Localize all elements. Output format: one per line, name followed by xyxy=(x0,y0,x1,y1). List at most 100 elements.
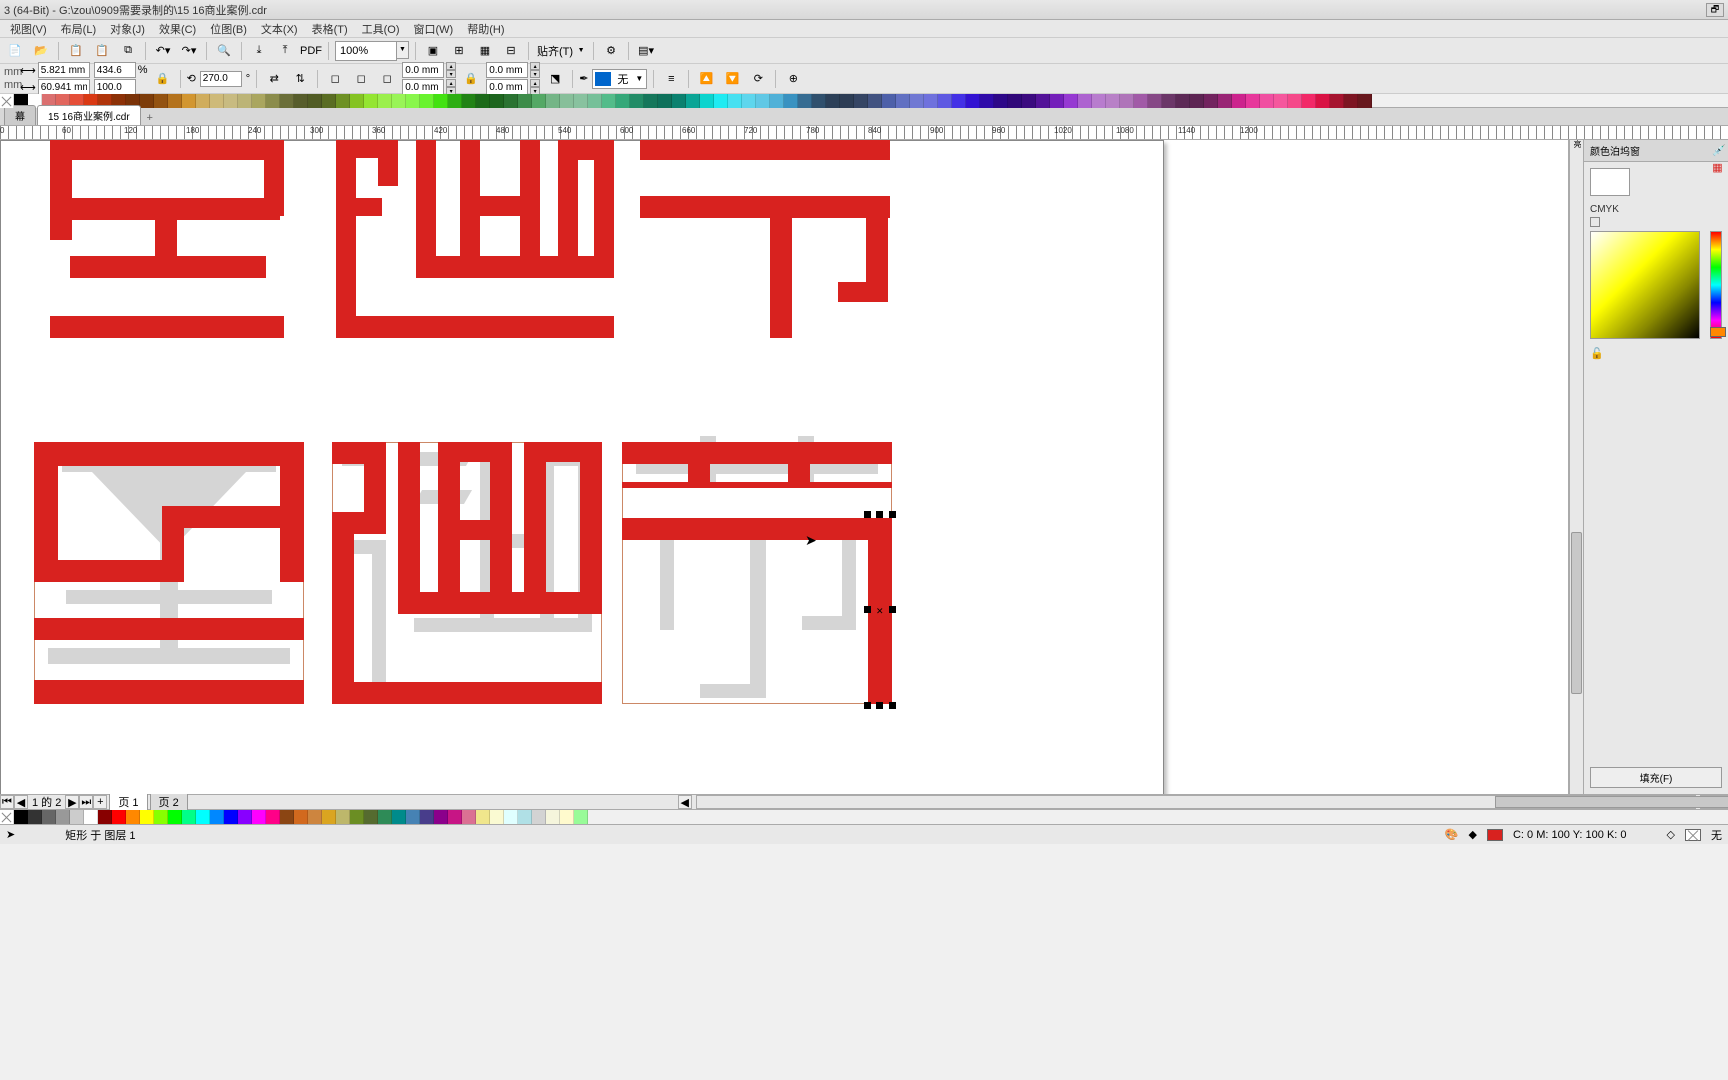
color-swatch[interactable] xyxy=(770,94,784,108)
corner-lock-icon[interactable]: 🔒 xyxy=(460,68,482,90)
color-swatch[interactable] xyxy=(350,810,364,824)
horizontal-ruler[interactable]: 0601201802403003604204805406006607207808… xyxy=(0,126,1728,140)
color-swatch[interactable] xyxy=(84,810,98,824)
y-input[interactable] xyxy=(38,79,90,95)
color-swatch[interactable] xyxy=(1246,94,1260,108)
color-swatch[interactable] xyxy=(350,94,364,108)
snap-label[interactable]: 贴齐(T) xyxy=(535,43,575,59)
color-swatch[interactable] xyxy=(378,94,392,108)
color-swatch[interactable] xyxy=(504,810,518,824)
color-swatch[interactable] xyxy=(574,810,588,824)
outline-indicator-icon[interactable]: ◇ xyxy=(1667,828,1675,841)
scroll-thumb-h[interactable] xyxy=(1495,796,1728,808)
page-tab-1[interactable]: 页 1 xyxy=(109,792,147,812)
checkbox-icon[interactable] xyxy=(1590,217,1600,227)
snap-dropdown-icon[interactable]: ▼ xyxy=(575,42,587,60)
color-swatch[interactable] xyxy=(364,810,378,824)
last-page-icon[interactable]: ⏭ xyxy=(79,795,93,809)
color-swatch[interactable] xyxy=(798,94,812,108)
color-swatch[interactable] xyxy=(560,94,574,108)
outline-width-combo[interactable]: 无 ▼ xyxy=(592,69,647,89)
tab-document[interactable]: 15 16商业案例.cdr xyxy=(37,105,141,125)
color-swatch[interactable] xyxy=(840,94,854,108)
grid-icon[interactable]: ▦ xyxy=(474,40,496,62)
new-icon[interactable]: 📄 xyxy=(4,40,26,62)
color-swatch[interactable] xyxy=(168,810,182,824)
color-swatch[interactable] xyxy=(210,810,224,824)
color-swatch[interactable] xyxy=(1008,94,1022,108)
color-swatch[interactable] xyxy=(182,810,196,824)
clone-icon[interactable]: ⧉ xyxy=(117,40,139,62)
fill-indicator-icon[interactable]: ◆ xyxy=(1469,828,1477,841)
color-swatch[interactable] xyxy=(476,810,490,824)
color-swatch[interactable] xyxy=(224,94,238,108)
menu-help[interactable]: 帮助(H) xyxy=(461,20,510,38)
fullscreen-icon[interactable]: ▣ xyxy=(422,40,444,62)
zoom-input[interactable]: 100% xyxy=(335,41,397,61)
color-swatch[interactable] xyxy=(0,94,14,108)
color-swatch[interactable] xyxy=(714,94,728,108)
color-swatch[interactable] xyxy=(420,94,434,108)
color-swatch[interactable] xyxy=(658,94,672,108)
color-swatch[interactable] xyxy=(532,810,546,824)
menu-table[interactable]: 表格(T) xyxy=(306,20,354,38)
color-swatch[interactable] xyxy=(392,810,406,824)
scroll-left-icon[interactable]: ◀ xyxy=(678,795,692,809)
color-swatch[interactable] xyxy=(336,94,350,108)
color-swatch[interactable] xyxy=(210,94,224,108)
color-swatch[interactable] xyxy=(448,94,462,108)
add-tab-icon[interactable]: + xyxy=(142,111,158,125)
color-swatch[interactable] xyxy=(112,810,126,824)
color-swatch[interactable] xyxy=(1260,94,1274,108)
search-icon[interactable]: 🔍 xyxy=(213,40,235,62)
wrap-text-icon[interactable]: ≡ xyxy=(660,68,682,90)
color-swatch[interactable] xyxy=(14,810,28,824)
first-page-icon[interactable]: ⏮ xyxy=(0,795,14,809)
width-input[interactable] xyxy=(94,62,136,78)
height-input[interactable] xyxy=(94,79,136,95)
canvas[interactable]: ✕ ➤ xyxy=(0,140,1569,794)
color-swatch[interactable] xyxy=(266,94,280,108)
color-swatch[interactable] xyxy=(28,810,42,824)
color-swatch[interactable] xyxy=(1162,94,1176,108)
status-outline-swatch[interactable] xyxy=(1685,829,1701,841)
color-swatch[interactable] xyxy=(1106,94,1120,108)
selection-handle[interactable] xyxy=(864,702,871,709)
color-swatch[interactable] xyxy=(392,94,406,108)
color-swatch[interactable] xyxy=(56,810,70,824)
color-swatch[interactable] xyxy=(952,94,966,108)
copy-icon[interactable]: 📋 xyxy=(65,40,87,62)
restore-icon[interactable]: 🗗 xyxy=(1706,3,1724,17)
paste-icon[interactable]: 📋 xyxy=(91,40,113,62)
selection-center-icon[interactable]: ✕ xyxy=(876,606,883,613)
front-icon[interactable]: 🔼 xyxy=(695,68,717,90)
color-swatch[interactable] xyxy=(1148,94,1162,108)
corner4-input[interactable] xyxy=(486,79,528,95)
color-swatch[interactable] xyxy=(364,94,378,108)
color-swatch[interactable] xyxy=(1316,94,1330,108)
color-swatch[interactable] xyxy=(854,94,868,108)
color-swatch[interactable] xyxy=(266,810,280,824)
color-swatch[interactable] xyxy=(504,94,518,108)
color-swatch[interactable] xyxy=(560,810,574,824)
color-swatch[interactable] xyxy=(518,810,532,824)
color-swatch[interactable] xyxy=(574,94,588,108)
color-swatch[interactable] xyxy=(546,810,560,824)
color-swatch[interactable] xyxy=(140,810,154,824)
back-icon[interactable]: 🔽 xyxy=(721,68,743,90)
color-swatch[interactable] xyxy=(462,810,476,824)
color-swatch[interactable] xyxy=(476,94,490,108)
color-swatch[interactable] xyxy=(812,94,826,108)
color-gradient[interactable] xyxy=(1590,231,1700,339)
lock-icon[interactable]: 🔓 xyxy=(1590,347,1604,360)
menu-view[interactable]: 视图(V) xyxy=(4,20,53,38)
selection-handle[interactable] xyxy=(889,606,896,613)
color-swatch[interactable] xyxy=(1120,94,1134,108)
import-icon[interactable]: ⤓ xyxy=(248,40,270,62)
color-swatch[interactable] xyxy=(1050,94,1064,108)
add-page-icon[interactable]: + xyxy=(93,795,107,809)
color-swatch[interactable] xyxy=(406,94,420,108)
color-swatch[interactable] xyxy=(294,94,308,108)
corner-chamfer-icon[interactable]: ◻ xyxy=(376,68,398,90)
color-swatch[interactable] xyxy=(518,94,532,108)
